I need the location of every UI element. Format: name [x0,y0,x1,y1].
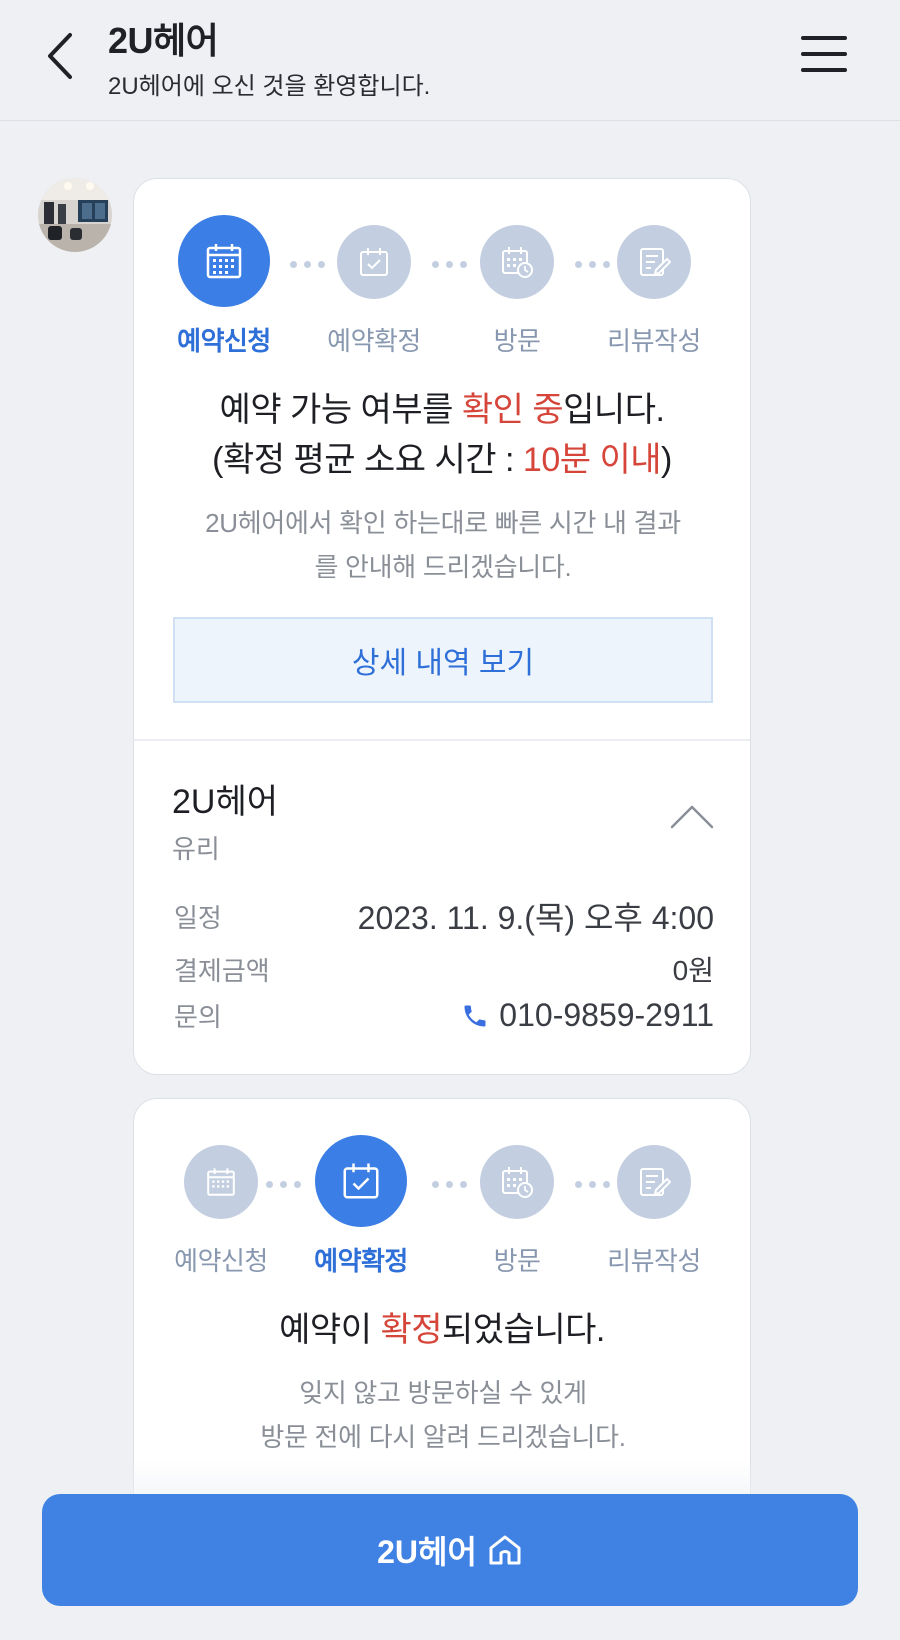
step-label: 예약확정 [327,326,421,356]
phone-number: 010-9859-2911 [499,997,714,1033]
menu-button[interactable] [796,26,852,82]
calendar-check-icon [343,1163,379,1199]
designer-name: 유리 [172,834,220,864]
step-label: 리뷰작성 [607,1246,701,1276]
step-label: 리뷰작성 [607,326,701,356]
divider [134,739,750,741]
step-label: 예약신청 [177,326,271,356]
step-reservation-confirmed: 예약확정 [303,1135,419,1278]
home-icon [489,1535,521,1565]
phone-icon [464,1005,486,1026]
calendar-clock-icon [502,1167,533,1198]
progress-steps: 예약신청 예약확정 방문 리뷰작성 [134,1099,750,1299]
step-label: 방문 [493,326,541,356]
hamburger-menu-icon [801,36,847,72]
shop-home-button[interactable]: 2U헤어 [42,1494,858,1606]
payment-value: 0원 [672,955,714,986]
step-label: 방문 [493,1246,541,1276]
schedule-label: 일정 [174,902,222,933]
payment-row: 결제금액 0원 [174,949,714,989]
step-circle-active [178,215,270,307]
calendar-check-icon [360,248,388,276]
salon-photo-image [38,178,112,252]
step-write-review: 리뷰작성 [592,1145,716,1278]
step-visit: 방문 [455,1145,579,1278]
step-circle-active [315,1135,407,1227]
calendar-clock-icon [502,247,533,278]
view-details-button[interactable]: 상세 내역 보기 [173,617,713,703]
step-reservation-confirmed: 예약확정 [312,225,436,358]
review-edit-icon [640,248,671,276]
payment-label: 결제금액 [174,955,270,986]
back-button[interactable] [34,22,86,90]
status-description: 잊지 않고 방문하실 수 있게 방문 전에 다시 알려 드리겠습니다. [260,1378,626,1452]
page-subtitle: 2U헤어에 오신 것을 환영합니다. [108,73,431,100]
step-reservation-request: 예약신청 [172,215,276,358]
back-arrow-icon [48,33,72,79]
app-header: 2U헤어 2U헤어에 오신 것을 환영합니다. [0,0,900,121]
page-title: 2U헤어 [108,20,219,61]
calendar-icon [207,1168,235,1196]
step-label: 예약확정 [314,1246,408,1276]
calendar-icon [206,244,242,279]
chevron-up-icon[interactable] [668,801,716,831]
contact-row: 문의 010-9859-2911 [174,997,714,1034]
shop-avatar[interactable] [38,178,112,252]
step-write-review: 리뷰작성 [592,225,716,358]
step-visit: 방문 [455,225,579,358]
schedule-value: 2023. 11. 9.(목) 오후 4:00 [357,900,714,936]
status-message: 예약 가능 여부를 확인 중입니다. (확정 평균 소요 시간 : 10분 이내… [212,391,672,479]
schedule-row: 일정 2023. 11. 9.(목) 오후 4:00 [174,893,714,939]
phone-link[interactable]: 010-9859-2911 [461,997,714,1034]
contact-label: 문의 [174,1002,222,1032]
reservation-request-card: 예약신청 예약확정 방문 리뷰작성 예약 가능 여부를 확인 중입니다. (확정… [133,178,751,1075]
progress-steps: 예약신청 예약확정 방문 리뷰작성 [134,179,750,379]
step-connector-dots [266,1181,301,1188]
step-label: 예약신청 [174,1246,268,1276]
review-edit-icon [640,1168,671,1196]
status-description: 2U헤어에서 확인 하는대로 빠른 시간 내 결과 를 안내해 드리겠습니다. [205,508,681,582]
step-reservation-request: 예약신청 [159,1145,283,1278]
shop-home-label: 2U헤어 [377,1534,477,1570]
status-message: 예약이 확정되었습니다. [279,1311,605,1349]
shop-name: 2U헤어 [172,783,279,821]
